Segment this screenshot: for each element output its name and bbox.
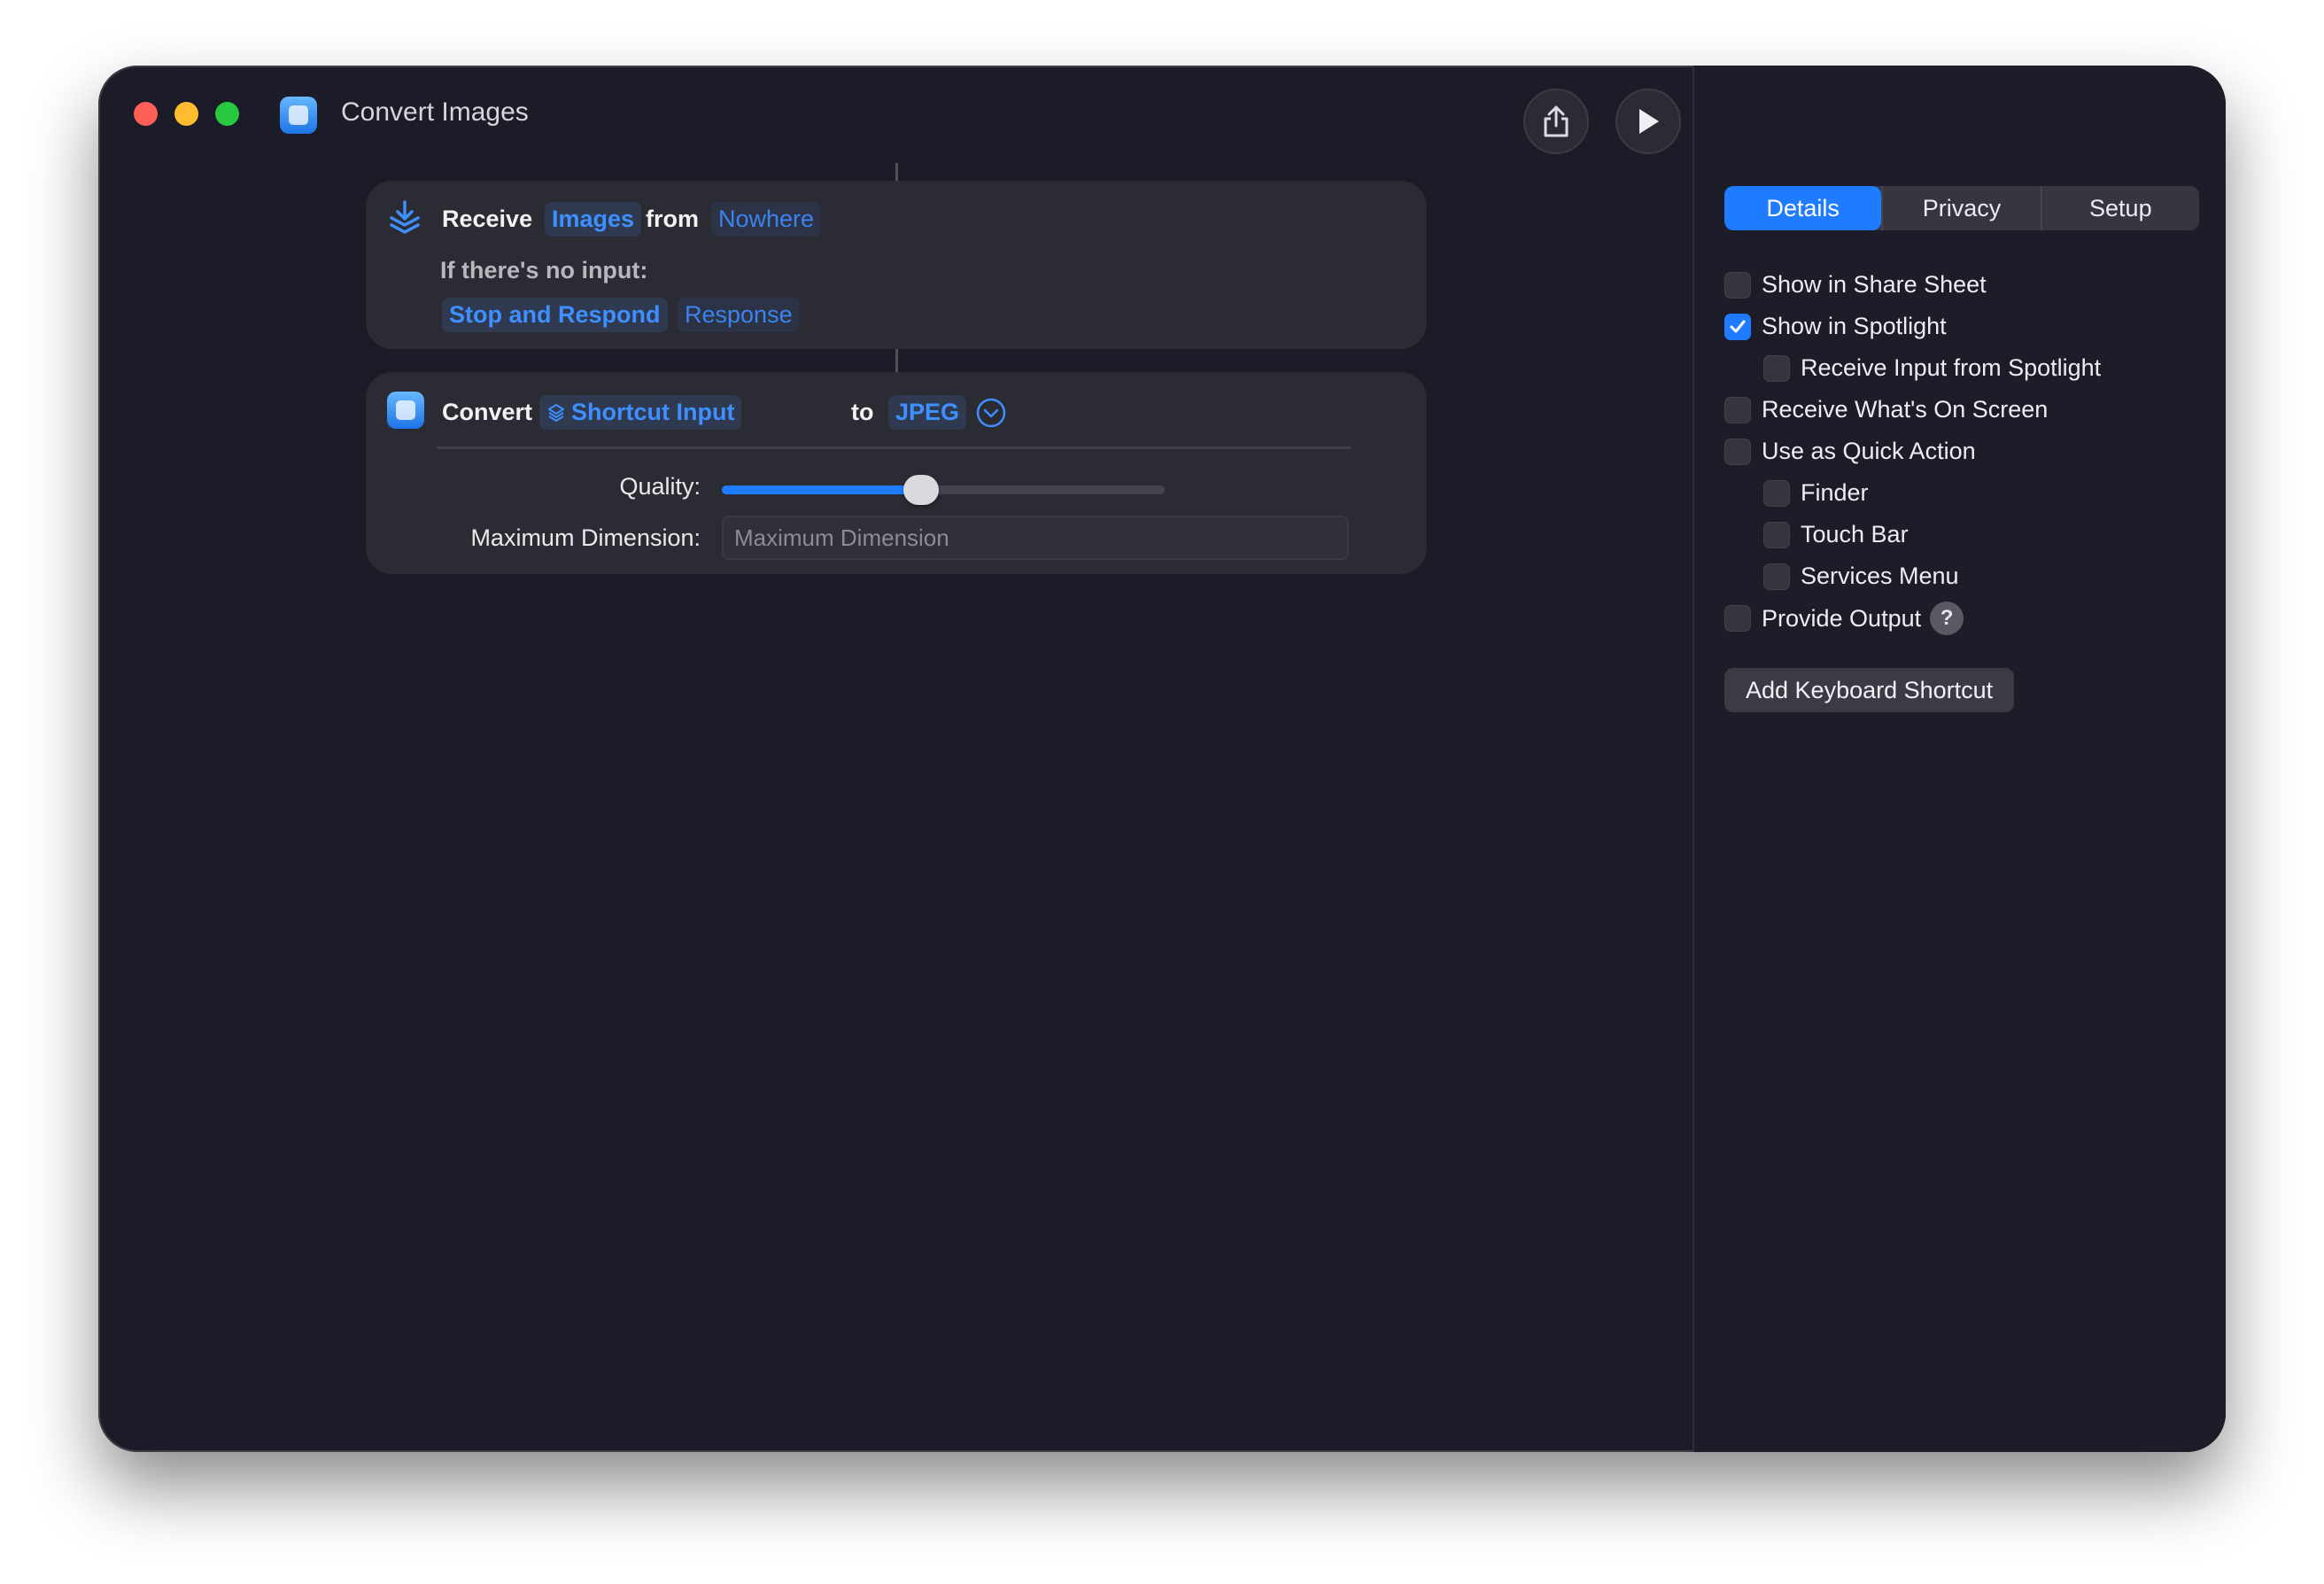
option-label: Finder [1801, 479, 1869, 506]
option-label: Use as Quick Action [1762, 438, 1976, 464]
option-show-in-spotlight[interactable]: Show in Spotlight [1724, 313, 1947, 340]
option-provide-output[interactable]: Provide Output ? [1724, 602, 1964, 635]
quality-slider-knob[interactable] [903, 475, 939, 505]
shortcut-input-label: Shortcut Input [571, 399, 735, 425]
checkbox[interactable] [1724, 271, 1751, 299]
receive-label: Receive [442, 206, 533, 232]
receive-action-card[interactable]: Receive Images from Nowhere If there's n… [366, 181, 1427, 349]
option-services-menu[interactable]: Services Menu [1763, 563, 1959, 590]
close-window-button[interactable] [134, 102, 158, 126]
shortcut-app-icon [280, 97, 317, 134]
shortcut-input-token[interactable]: Shortcut Input [539, 395, 742, 430]
convert-action-card[interactable]: Convert Shortcut Input to JPEG Quality: … [366, 372, 1427, 574]
receive-icon [390, 200, 420, 234]
tab-privacy[interactable]: Privacy [1881, 186, 2040, 230]
option-label: Show in Spotlight [1762, 313, 1947, 339]
shortcut-input-icon [548, 404, 564, 422]
checkbox[interactable] [1724, 396, 1751, 423]
option-show-in-share-sheet[interactable]: Show in Share Sheet [1724, 271, 1987, 299]
tab-details[interactable]: Details [1724, 186, 1882, 230]
app-window: Convert Images Receive Images from Nowhe… [98, 66, 2226, 1452]
tab-setup[interactable]: Setup [2040, 186, 2199, 230]
inspector-sidebar: Details Privacy Setup Show in Share Shee… [1693, 66, 2226, 1452]
checkbox[interactable] [1763, 354, 1790, 382]
checkbox[interactable] [1763, 521, 1790, 548]
format-token[interactable]: JPEG [888, 395, 967, 430]
option-finder[interactable]: Finder [1763, 479, 1869, 507]
option-label: Show in Share Sheet [1762, 271, 1987, 298]
option-label: Touch Bar [1801, 521, 1909, 547]
inspector-tabs: Details Privacy Setup [1724, 186, 2199, 230]
window-title: Convert Images [341, 97, 529, 127]
input-source-token[interactable]: Nowhere [711, 202, 822, 237]
option-label: Services Menu [1801, 563, 1959, 589]
zoom-window-button[interactable] [215, 102, 239, 126]
flow-connector [895, 349, 898, 372]
option-use-as-quick-action[interactable]: Use as Quick Action [1724, 438, 1976, 465]
expand-chevron-icon[interactable] [975, 397, 1007, 429]
minimize-window-button[interactable] [174, 102, 198, 126]
option-receive-input-from-spotlight[interactable]: Receive Input from Spotlight [1763, 354, 2101, 382]
help-icon[interactable]: ? [1930, 602, 1964, 635]
response-token[interactable]: Response [678, 298, 800, 332]
options-divider [437, 446, 1351, 449]
from-label: from [646, 206, 699, 232]
flow-connector [895, 163, 898, 181]
no-input-label: If there's no input: [440, 257, 648, 283]
option-label: Receive Input from Spotlight [1801, 354, 2102, 381]
max-dimension-input[interactable]: Maximum Dimension [722, 516, 1349, 560]
option-label: Provide Output [1762, 604, 1922, 632]
checkmark-icon [1730, 320, 1746, 332]
option-receive-whats-on-screen[interactable]: Receive What's On Screen [1724, 396, 2048, 423]
play-icon [1639, 109, 1659, 134]
checkbox[interactable] [1763, 563, 1790, 590]
add-keyboard-shortcut-button[interactable]: Add Keyboard Shortcut [1724, 668, 2015, 712]
max-dimension-label: Maximum Dimension: [470, 524, 701, 551]
checkbox[interactable] [1724, 313, 1751, 340]
quality-label: Quality: [619, 473, 701, 500]
input-type-token[interactable]: Images [545, 202, 642, 237]
checkbox[interactable] [1724, 605, 1751, 632]
option-label: Receive What's On Screen [1762, 396, 2049, 423]
checkbox[interactable] [1724, 438, 1751, 465]
quality-slider[interactable] [722, 475, 1165, 505]
quality-slider-fill [722, 485, 921, 494]
no-input-behavior-token[interactable]: Stop and Respond [442, 298, 668, 332]
checkbox[interactable] [1763, 479, 1790, 507]
share-icon [1544, 105, 1569, 137]
option-touch-bar[interactable]: Touch Bar [1763, 521, 1909, 548]
run-shortcut-button[interactable] [1615, 89, 1681, 154]
to-label: to [851, 399, 874, 425]
share-button[interactable] [1523, 89, 1589, 154]
convert-label: Convert [442, 399, 533, 425]
convert-image-icon [387, 392, 424, 429]
